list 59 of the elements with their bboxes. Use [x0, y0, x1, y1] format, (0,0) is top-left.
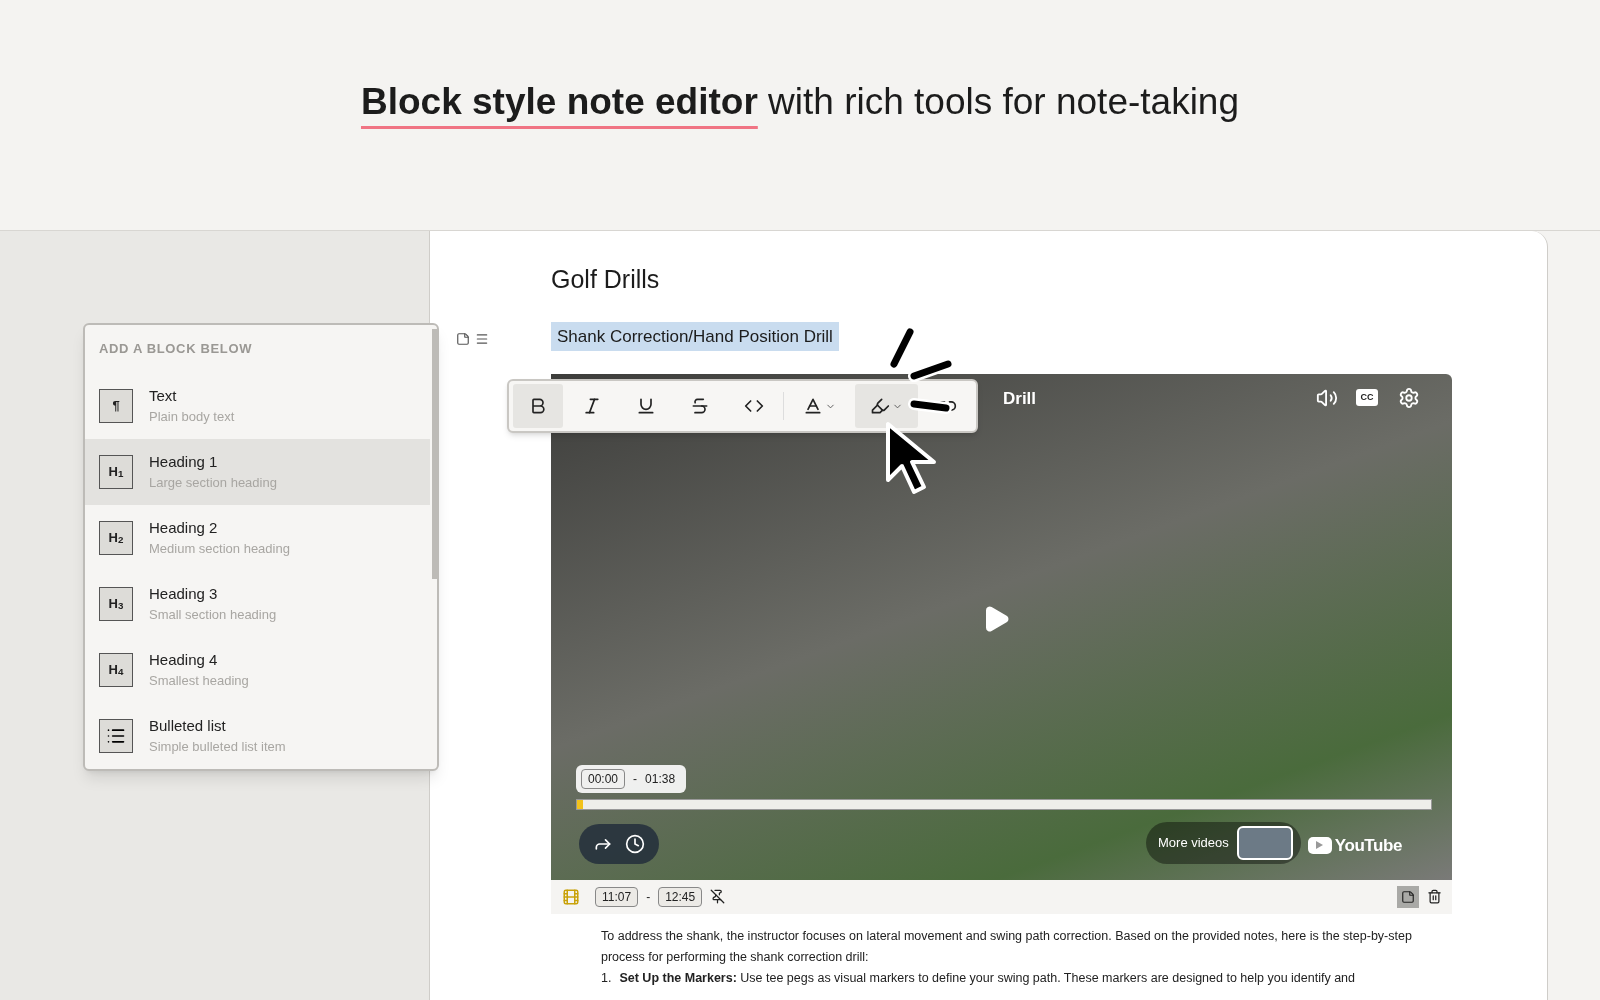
- drag-handle-icon[interactable]: [475, 332, 489, 346]
- block-description: Small section heading: [149, 606, 277, 624]
- sparkle-stroke-icon: [908, 398, 952, 414]
- italic-icon: [582, 396, 602, 416]
- block-description: Smallest heading: [149, 672, 249, 690]
- block-menu-heading: ADD A BLOCK BELOW: [98, 340, 254, 358]
- note-icon: [1401, 889, 1415, 904]
- block-label: Heading 3: [149, 583, 219, 604]
- block-menu-item[interactable]: H$_{4}$ Heading 4 Smallest heading: [85, 636, 430, 703]
- time-end: 01:38: [645, 770, 677, 788]
- block-menu-item[interactable]: H$_{1}$ Heading 1 Large section heading: [85, 438, 430, 505]
- block-description: Plain body text: [149, 408, 235, 426]
- clock-icon[interactable]: [625, 833, 645, 854]
- step-text: Set Up the Markers: Use tee pegs as visual markers to define your swing path. These markers are designed to help you identify and: [619, 969, 1355, 987]
- clip-start-time[interactable]: 11:07: [595, 886, 639, 907]
- block-label: Bulleted list: [149, 715, 227, 736]
- block-menu-item[interactable]: H$_{2}$ Heading 2 Medium section heading: [85, 504, 430, 571]
- block-menu-item[interactable]: H$_{3}$ Heading 3 Small section heading: [85, 570, 430, 637]
- note-title: Golf Drills: [551, 264, 661, 295]
- note-toggle-button[interactable]: [1397, 885, 1419, 908]
- progress-track[interactable]: [576, 798, 1432, 810]
- add-note-icon[interactable]: [456, 332, 470, 346]
- strike-icon: [690, 396, 710, 416]
- block-label: Heading 2: [149, 517, 219, 538]
- clip-end-time[interactable]: 12:45: [658, 886, 703, 907]
- block-description: Medium section heading: [149, 540, 290, 558]
- video-title: Drill: [1003, 387, 1037, 410]
- trash-icon[interactable]: [1427, 889, 1442, 904]
- block-type-icon: ¶: [99, 388, 133, 423]
- headline: Block style note editor with rich tools for note-taking: [361, 80, 1239, 124]
- youtube-play-icon: [1307, 836, 1332, 854]
- block-type-icon: H$_{1}$: [99, 454, 133, 489]
- highlight-button[interactable]: [855, 384, 918, 428]
- pin-off-icon[interactable]: [710, 889, 726, 904]
- text-color-icon: [803, 396, 823, 416]
- underline-icon: [636, 396, 656, 416]
- block-type-icon: H$_{2}$: [99, 520, 133, 555]
- block-label: Text: [149, 385, 178, 406]
- captions-button[interactable]: CC: [1356, 388, 1378, 406]
- time-separator-dash: -: [633, 770, 638, 788]
- highlight-icon: [870, 396, 890, 416]
- block-label: Heading 1: [149, 451, 219, 472]
- body-paragraph: To address the shank, the instructor focuses on lateral movement and swing path correction. Based on the provided notes, here is the step-by-step process for performing the shank correction drill:: [601, 927, 1413, 966]
- block-label: Heading 4: [149, 649, 219, 670]
- block-menu-item[interactable]: ¶ Text Plain body text: [85, 372, 430, 439]
- more-videos-button[interactable]: More videos: [1146, 821, 1301, 864]
- block-menu-item[interactable]: Bulleted list Simple bulleted list item: [85, 702, 430, 769]
- selected-heading: Shank Correction/Hand Position Drill: [551, 321, 839, 352]
- time-start: 00:00: [581, 768, 626, 789]
- step-number: 1.: [601, 969, 612, 987]
- clip-separator-dash: -: [646, 888, 651, 906]
- block-type-icon: H$_{4}$: [99, 652, 133, 687]
- block-description: Simple bulleted list item: [149, 738, 286, 756]
- block-description: Large section heading: [149, 474, 277, 492]
- youtube-logo[interactable]: YouTube: [1307, 832, 1402, 858]
- settings-icon[interactable]: [1398, 386, 1420, 409]
- video-thumbnail-placeholder: [1236, 825, 1293, 860]
- bold-button[interactable]: [513, 384, 563, 428]
- block-type-icon: H$_{3}$: [99, 586, 133, 621]
